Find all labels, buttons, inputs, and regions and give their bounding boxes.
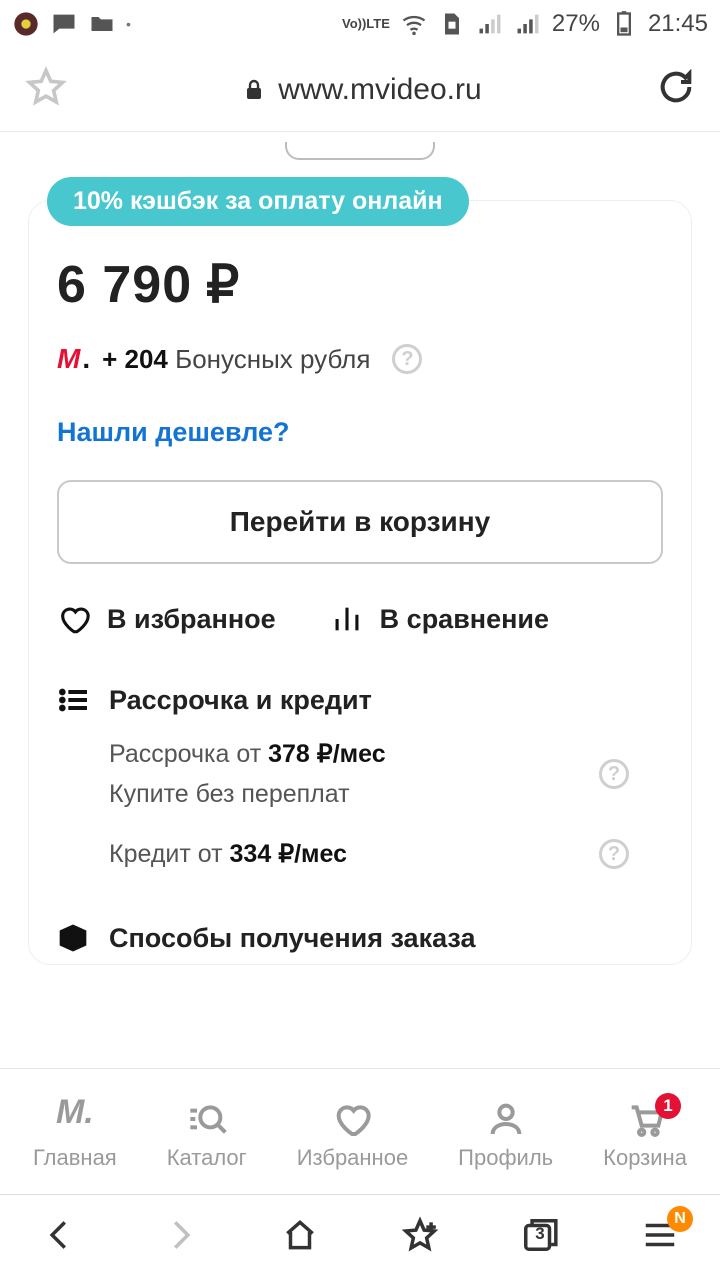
add-to-compare[interactable]: В сравнение — [330, 602, 549, 636]
url-text: www.mvideo.ru — [278, 73, 481, 107]
bonus-row: M + 204 Бонусных рубля ? — [57, 343, 663, 375]
user-icon — [486, 1099, 526, 1139]
add-to-favorites[interactable]: В избранное — [57, 602, 276, 636]
menu-button[interactable]: N — [641, 1216, 679, 1259]
nav-profile[interactable]: Профиль — [458, 1099, 553, 1171]
compare-icon — [330, 602, 364, 636]
cashback-pill: 10% кэшбэк за оплату онлайн — [47, 177, 469, 226]
address-bar[interactable]: www.mvideo.ru — [88, 73, 636, 107]
delivery-section: Способы получения заказа — [57, 922, 663, 954]
menu-badge: N — [667, 1206, 693, 1232]
clock: 21:45 — [648, 10, 708, 38]
help-icon[interactable]: ? — [392, 344, 422, 374]
section-title: Рассрочка и кредит — [109, 685, 372, 716]
home-button[interactable] — [281, 1216, 319, 1259]
sim-icon — [438, 10, 466, 38]
nav-catalog[interactable]: Каталог — [167, 1099, 247, 1171]
tabs-button[interactable]: 3 — [521, 1216, 559, 1259]
volte-icon: Vo))LTE — [342, 18, 390, 30]
list-icon — [57, 684, 89, 716]
bookmark-button[interactable] — [401, 1216, 439, 1259]
mvideo-logo-icon: M — [57, 343, 88, 375]
lock-icon — [242, 78, 266, 102]
go-to-cart-button[interactable]: Перейти в корзину — [57, 480, 663, 564]
page-content: 10% кэшбэк за оплату онлайн 6 790 ₽ M + … — [0, 132, 720, 1068]
nav-cart[interactable]: 1 Корзина — [603, 1099, 687, 1171]
nav-favorites[interactable]: Избранное — [297, 1099, 409, 1171]
section-title: Способы получения заказа — [109, 923, 476, 954]
price-amount: 6 790 — [57, 255, 192, 315]
bookmark-star-icon[interactable] — [24, 65, 68, 114]
package-icon — [57, 922, 89, 954]
credit-row[interactable]: Кредит от 334 ₽/мес ? — [109, 834, 629, 874]
collapsed-element[interactable] — [285, 142, 435, 160]
installment-row[interactable]: Рассрочка от 378 ₽/мес Купите без перепл… — [109, 734, 629, 814]
catalog-icon — [187, 1099, 227, 1139]
cart-badge: 1 — [655, 1093, 681, 1119]
browser-bottom-bar: 3 N — [0, 1194, 720, 1280]
installment-section: Рассрочка и кредит Рассрочка от 378 ₽/ме… — [57, 684, 663, 874]
reload-icon[interactable] — [656, 67, 696, 112]
nav-home[interactable]: M. Главная — [33, 1092, 117, 1178]
heart-icon — [57, 602, 91, 636]
help-icon[interactable]: ? — [599, 759, 629, 789]
battery-percent: 27% — [552, 10, 600, 38]
app-icon — [12, 10, 40, 38]
price: 6 790 ₽ — [57, 255, 663, 315]
tab-count: 3 — [521, 1224, 559, 1244]
signal2-icon — [514, 10, 542, 38]
forward-button — [161, 1216, 199, 1259]
dot-icon: • — [126, 16, 131, 32]
found-cheaper-link[interactable]: Нашли дешевле? — [57, 417, 290, 448]
status-bar: • Vo))LTE 27% 21:45 — [0, 0, 720, 48]
battery-icon — [610, 10, 638, 38]
heart-icon — [332, 1099, 372, 1139]
folder-icon — [88, 10, 116, 38]
currency-ruble: ₽ — [206, 255, 240, 315]
site-bottom-nav: M. Главная Каталог Избранное Профиль 1 К… — [0, 1068, 720, 1194]
wifi-icon — [400, 10, 428, 38]
price-card: 10% кэшбэк за оплату онлайн 6 790 ₽ M + … — [28, 200, 692, 965]
browser-url-bar: www.mvideo.ru — [0, 48, 720, 132]
help-icon[interactable]: ? — [599, 839, 629, 869]
chat-icon — [50, 10, 78, 38]
back-button[interactable] — [41, 1216, 79, 1259]
signal1-icon — [476, 10, 504, 38]
